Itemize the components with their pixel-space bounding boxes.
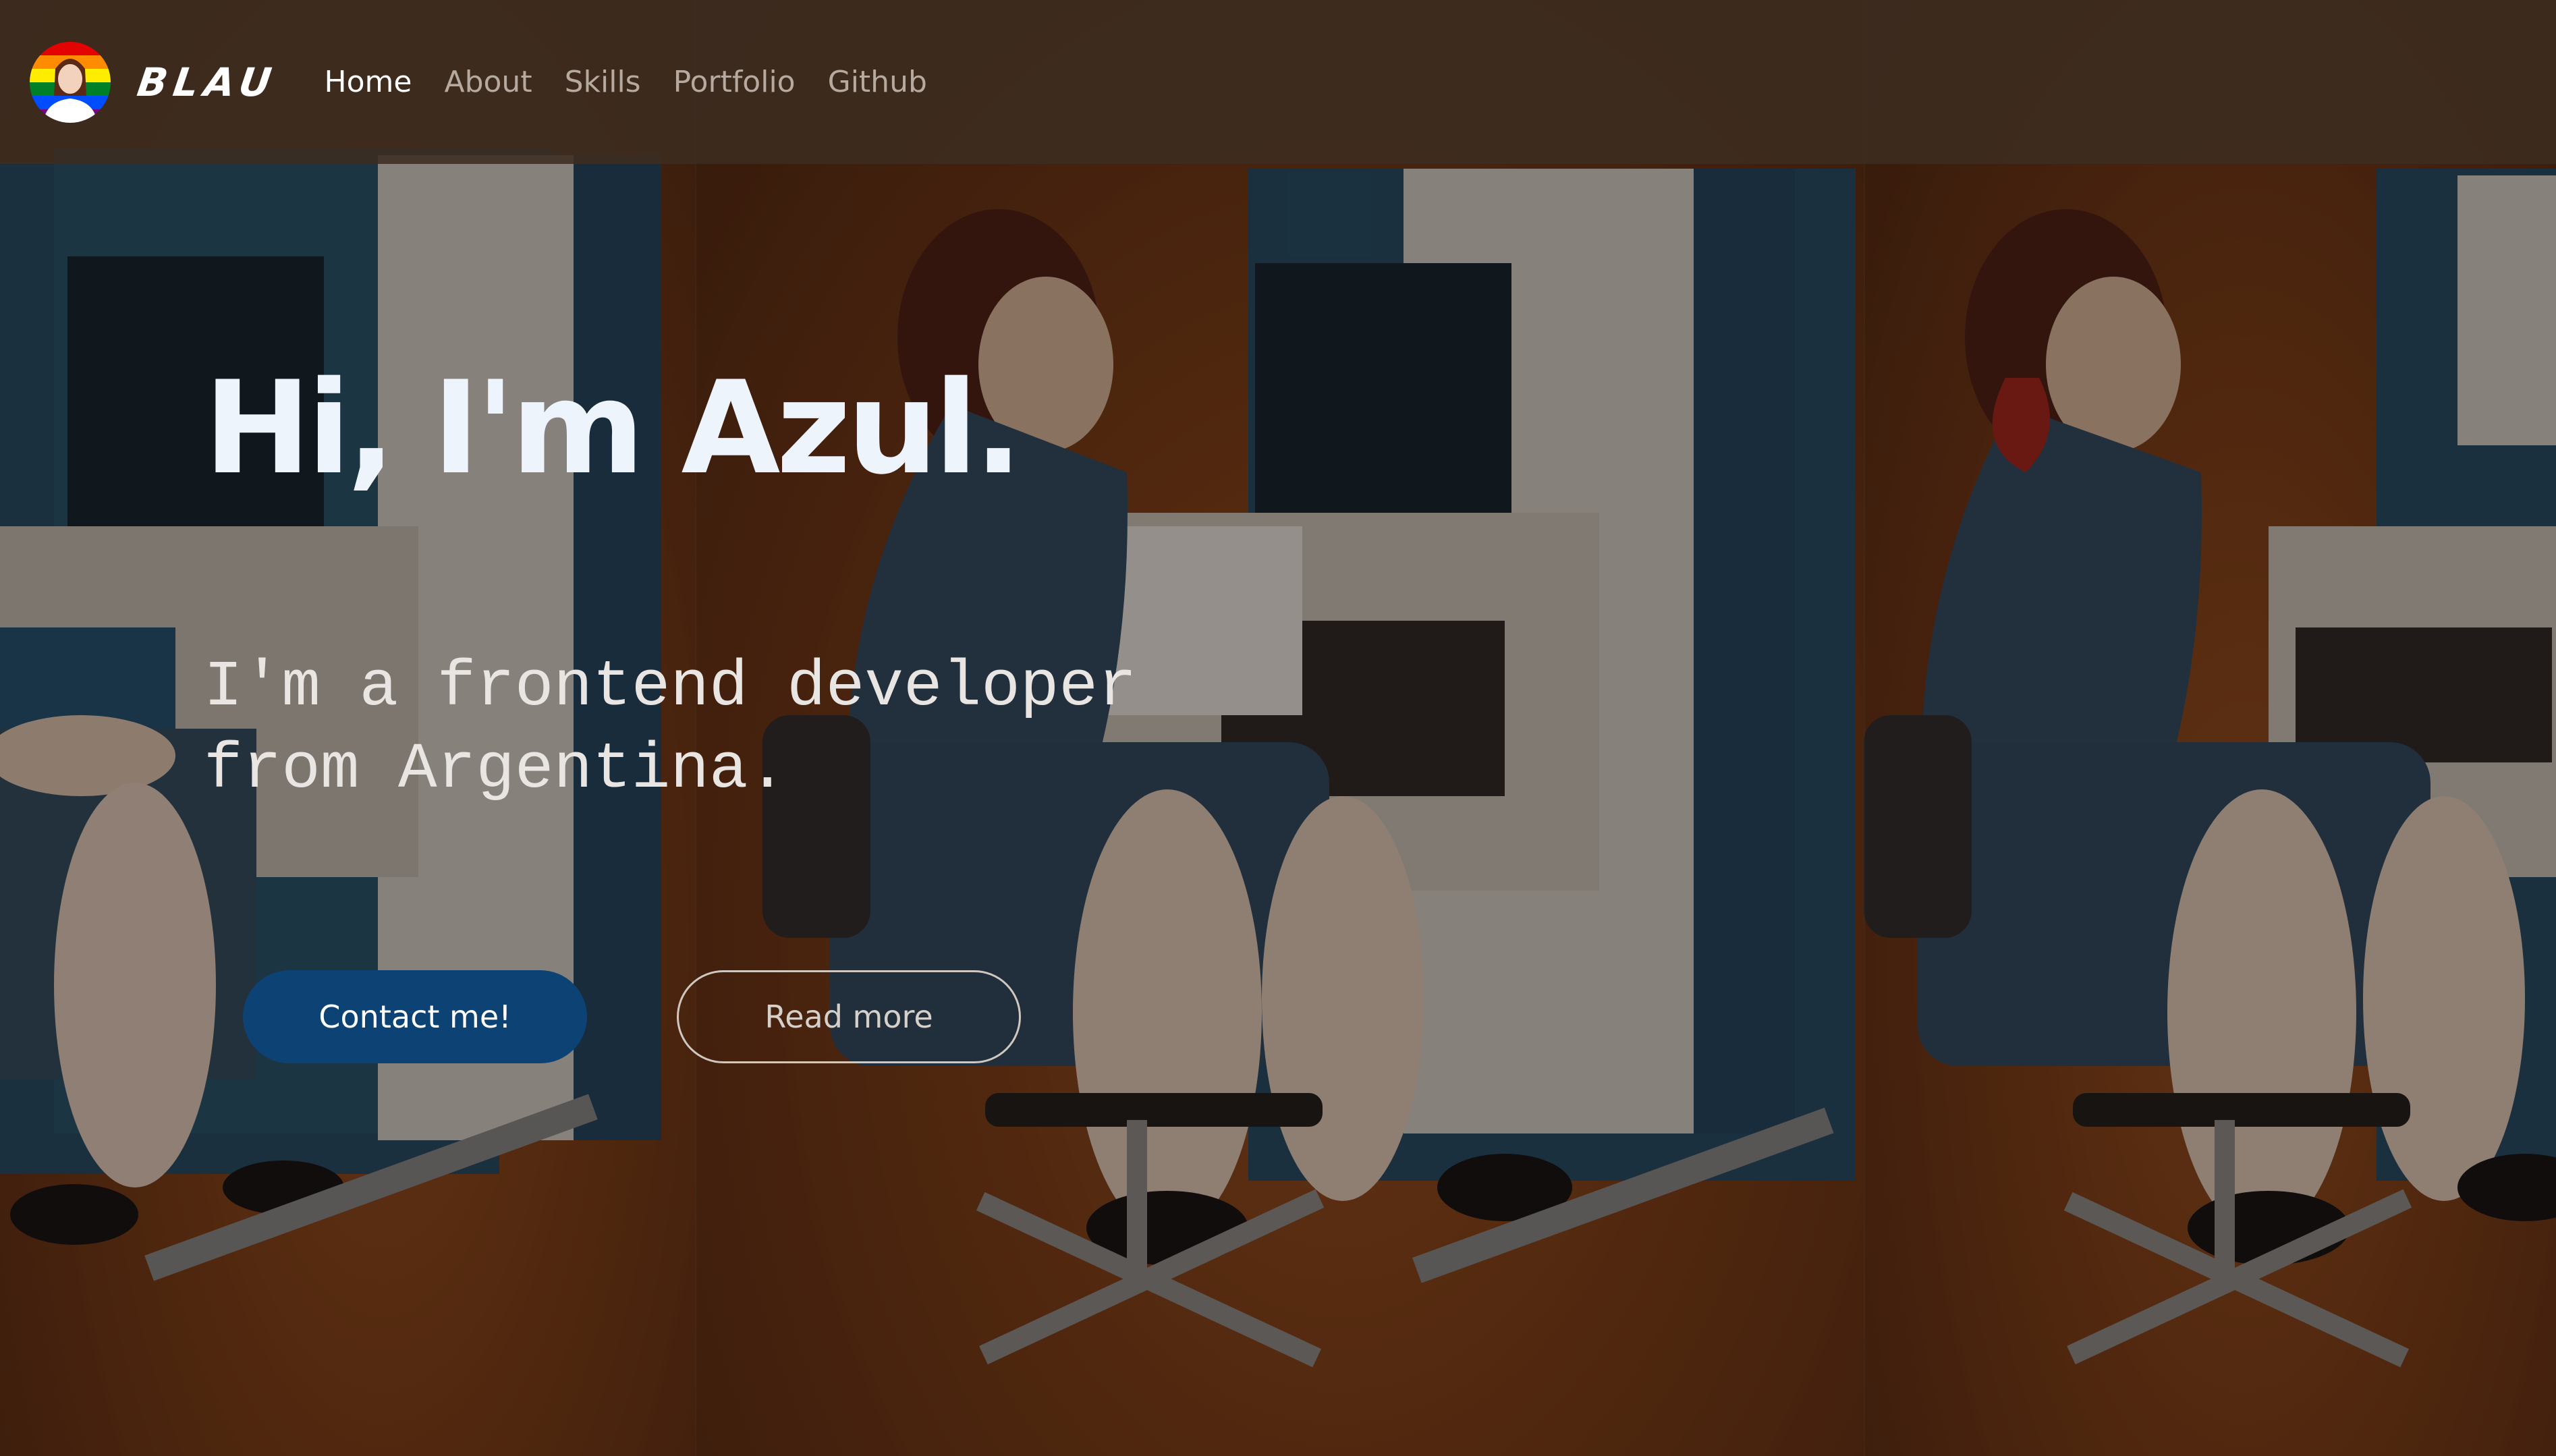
nav-item-about[interactable]: About [444,65,532,99]
avatar-logo [30,41,111,123]
nav-item-skills[interactable]: Skills [565,65,641,99]
page: BLAU Home About Skills Portfolio Github … [0,0,2556,1456]
brand-home-link[interactable]: BLAU [30,41,281,123]
navbar: BLAU Home About Skills Portfolio Github [0,0,2556,164]
nav-item-portfolio[interactable]: Portfolio [673,65,796,99]
hero-title: Hi, I'm Azul. [204,354,1023,503]
hero-subtitle-line: from Argentina. [204,733,787,806]
hero-subtitle-line: I'm a frontend developer [204,650,1137,724]
background-seam [1864,0,1865,1456]
nav-item-home[interactable]: Home [325,65,412,99]
nav-item-github[interactable]: Github [828,65,927,99]
nav-menu: Home About Skills Portfolio Github [325,65,960,99]
contact-me-button[interactable]: Contact me! [243,970,587,1063]
brand-name: BLAU [134,59,281,105]
hero-subtitle: I'm a frontend developer from Argentina. [204,646,1283,811]
read-more-button[interactable]: Read more [677,970,1021,1063]
